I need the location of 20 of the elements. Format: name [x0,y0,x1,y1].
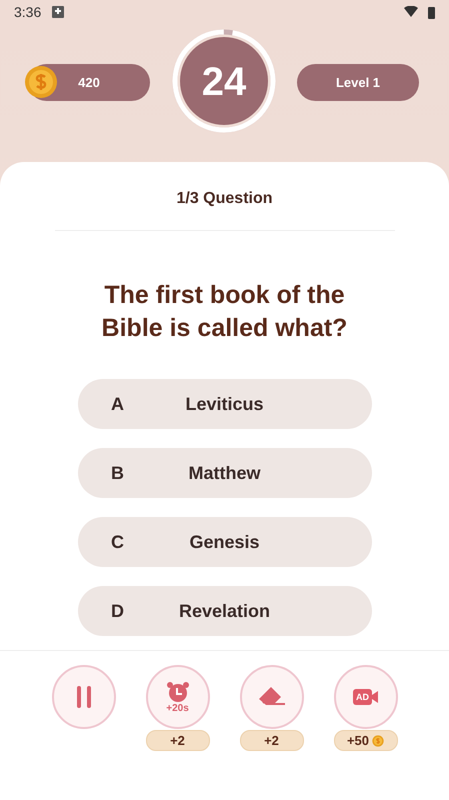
cost-badge: +2 [240,730,304,751]
timer-circle: 24 [170,28,276,134]
coin-icon [24,65,58,99]
question-text: The first book of the Bible is called what? [100,280,348,344]
answer-option[interactable]: B Matthew [78,448,372,498]
answer-option[interactable]: A Leviticus [78,379,372,429]
status-time: 3:36 [14,4,42,20]
coin-counter: 420 [28,64,150,101]
level-label: Level 1 [297,64,419,101]
answer-option[interactable]: C Genesis [78,517,372,567]
wifi-icon [404,6,418,18]
cost-badge: +50 [334,730,398,751]
cost-badge: +2 [146,730,210,751]
alarm-clock-icon [166,680,190,702]
answer-option[interactable]: D Revelation [78,586,372,636]
pause-icon [76,686,90,708]
watch-ad-button[interactable]: AD [334,665,398,729]
notification-icon [51,5,66,19]
question-counter: 1/3 Question [176,190,273,208]
battery-icon [428,6,435,18]
